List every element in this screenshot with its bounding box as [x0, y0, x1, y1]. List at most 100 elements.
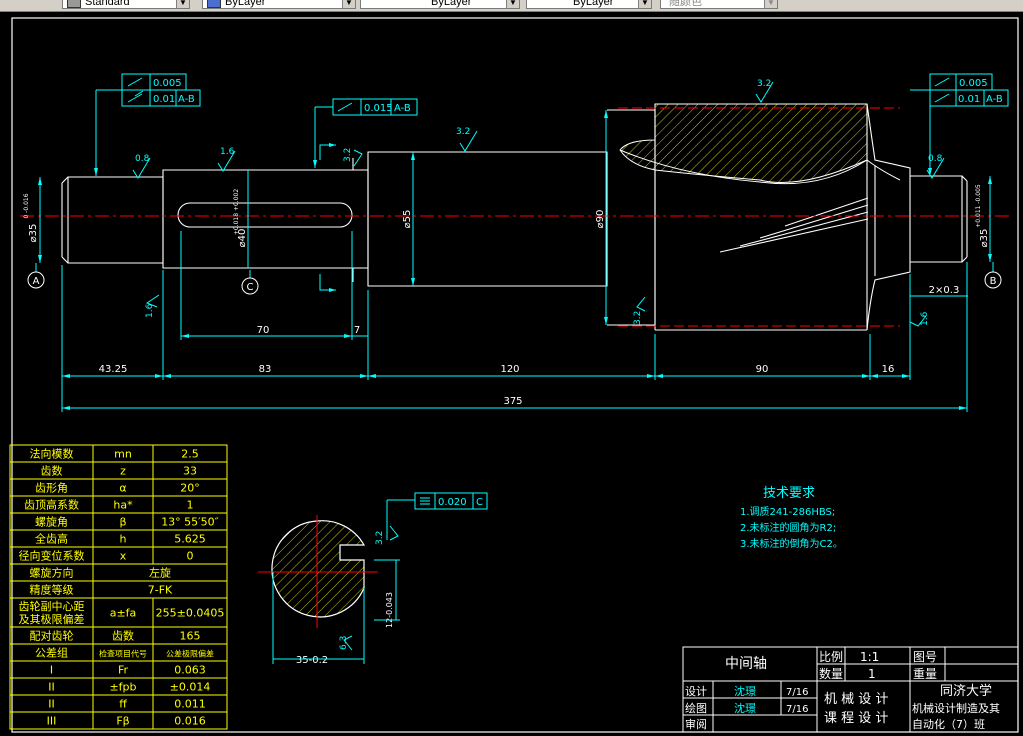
- gear-table-cell: 法向模数: [30, 447, 74, 461]
- gtol-value: 0.020: [438, 497, 467, 508]
- gear-table-row: II ±fpb ±0.014: [9, 677, 228, 696]
- gear-table-cell: 径向变位系数: [19, 549, 85, 563]
- gtol-value: 0.015: [364, 103, 393, 114]
- dim-7: 7: [354, 325, 360, 336]
- gear-table-row: 精度等级 7-FK: [9, 580, 228, 599]
- gear-table-row: 公差组 检查项目代号 公差极限偏差: [9, 643, 228, 662]
- tech-title: 技术要求: [763, 486, 815, 501]
- dim-16: 16: [882, 364, 895, 375]
- gear-table-cell: h: [120, 533, 127, 546]
- datum-b-label: B: [990, 276, 997, 287]
- gear-table-cell: 左旋: [149, 566, 171, 580]
- gear-table-cell: z: [120, 465, 126, 478]
- tech-line-3: 3.未标注的倒角为C2。: [740, 537, 843, 550]
- gear-table-cell: 1: [187, 499, 194, 512]
- tol-mid: +0.018 +0.002: [233, 189, 240, 235]
- roughness-label: 6.3: [339, 636, 349, 650]
- gear-table-cell: ±0.014: [170, 681, 211, 694]
- chevron-down-icon: ▼: [342, 0, 355, 8]
- technical-requirements: 技术要求 1.调质241-286HBS; 2.未标注的圆角为R2; 3.未标注的…: [740, 486, 843, 550]
- gear-table-cell: 螺旋角: [35, 515, 68, 529]
- gear-table-cell: 0.016: [174, 715, 206, 728]
- gear-table-cell: 公差极限偏差: [166, 649, 214, 659]
- linetype-select[interactable]: ByLayer ▼: [360, 0, 520, 9]
- roughness-label: 1.6: [220, 147, 235, 157]
- tol-left: 0 -0.016: [23, 193, 30, 218]
- gear-table-cell: 及其极限偏差: [19, 612, 85, 626]
- draw-date: 7/16: [786, 704, 808, 715]
- roughness-label: 3.2: [633, 311, 643, 325]
- gear-table-cell: 0.011: [174, 698, 206, 711]
- gear-table-cell: 齿数: [41, 465, 63, 478]
- dim-43-25: 43.25: [99, 364, 128, 375]
- gear-table-cell: 齿轮副中心距: [19, 599, 85, 613]
- gear-table-cell: Fr: [118, 664, 129, 677]
- lineweight-select[interactable]: ByLayer ▼: [526, 0, 652, 9]
- dim-120: 120: [500, 364, 519, 375]
- gear-table-cell: a±fa: [110, 607, 137, 620]
- design-date: 7/16: [786, 687, 808, 698]
- gtol-value: 0.01: [153, 94, 175, 105]
- gear-table-row: 全齿高 h 5.625: [9, 529, 228, 548]
- draw-label: 绘图: [685, 701, 707, 715]
- datum-a-label: A: [33, 276, 40, 287]
- gear-section-hatch: [619, 103, 868, 183]
- chevron-down-icon: ▼: [506, 0, 519, 8]
- gear-table-cell: 5.625: [174, 533, 206, 546]
- roughness-label: 0.8: [928, 154, 943, 164]
- roughness-label: 1.6: [145, 303, 155, 318]
- qty-label: 数量: [819, 666, 843, 681]
- tol-right: +0.011 -0.005: [975, 184, 982, 228]
- datum-c-label: C: [247, 282, 254, 293]
- gear-table-cell: III: [47, 715, 57, 728]
- gtol-datum: A-B: [986, 94, 1003, 105]
- design-label: 设计: [685, 685, 707, 698]
- drafter-name: 沈璟: [734, 701, 756, 715]
- dim-section-depth: 12-0.043: [385, 592, 394, 628]
- gtol-datum: A-B: [178, 94, 195, 105]
- gear-table-cell: 0.063: [174, 664, 206, 677]
- gear-table-cell: I: [50, 664, 53, 677]
- gear-table-cell: α: [119, 482, 126, 495]
- dim-83: 83: [259, 364, 272, 375]
- gear-table-row: 齿轮副中心距及其极限偏差 a±fa 255±0.0405: [9, 597, 228, 628]
- dim-chamfer: 2×0.3: [929, 285, 960, 296]
- gear-table-cell: 齿数: [112, 630, 134, 643]
- dim-70: 70: [257, 325, 270, 336]
- drawing-canvas[interactable]: 0.8 1.6 3.2 3.2 3.2 0.8 1.6 3.2 1.6 3.2 …: [0, 11, 1023, 736]
- gear-table-cell: ff: [119, 698, 127, 711]
- part-name: 中间轴: [725, 656, 767, 672]
- gear-table-row: III Fβ 0.016: [9, 711, 228, 730]
- text-style-select[interactable]: Standard ▼: [62, 0, 190, 9]
- gear-table-cell: ±fpb: [109, 681, 136, 694]
- gear-table-cell: 33: [183, 465, 197, 478]
- gear-table-row: 径向变位系数 x 0: [9, 546, 228, 565]
- gtol-datum: A-B: [394, 103, 411, 114]
- roughness-label: 0.8: [135, 154, 150, 164]
- gear-table-row: 齿顶高系数 ha* 1: [9, 495, 228, 514]
- gear-table-cell: 7-FK: [148, 584, 173, 597]
- dim-section-width: 35-0.2: [296, 655, 328, 666]
- datum-markers: [27, 271, 1002, 295]
- roughness-label: 3.2: [757, 79, 771, 89]
- gear-table-cell: β: [119, 516, 126, 529]
- gear-table-cell: x: [120, 550, 127, 563]
- gear-table-cell: II: [48, 698, 55, 711]
- plotstyle-select[interactable]: 随颜色 ▼: [660, 0, 778, 9]
- gear-table-row: 螺旋角 β 13° 55′50″: [9, 512, 228, 531]
- chevron-down-icon: ▼: [764, 0, 777, 8]
- gear-table-cell: ha*: [113, 499, 133, 512]
- check-label: 审阅: [685, 717, 707, 731]
- gear-table-row: I Fr 0.063: [9, 660, 228, 679]
- section-view: [258, 515, 400, 664]
- roughness-label: 1.6: [920, 311, 930, 326]
- dim-dia35-left: ⌀35: [28, 224, 39, 243]
- scale-label: 比例: [819, 650, 843, 664]
- gear-table-cell: 齿顶高系数: [24, 498, 79, 512]
- gtol-datum: C: [476, 497, 483, 508]
- gear-table-cell: 精度等级: [30, 583, 74, 597]
- gear-table-cell: 全齿高: [35, 532, 68, 546]
- layer-color-select[interactable]: ByLayer ▼: [202, 0, 356, 9]
- gear-table-row: 齿数 z 33: [9, 461, 228, 480]
- course-line-2: 课 程 设 计: [824, 711, 888, 726]
